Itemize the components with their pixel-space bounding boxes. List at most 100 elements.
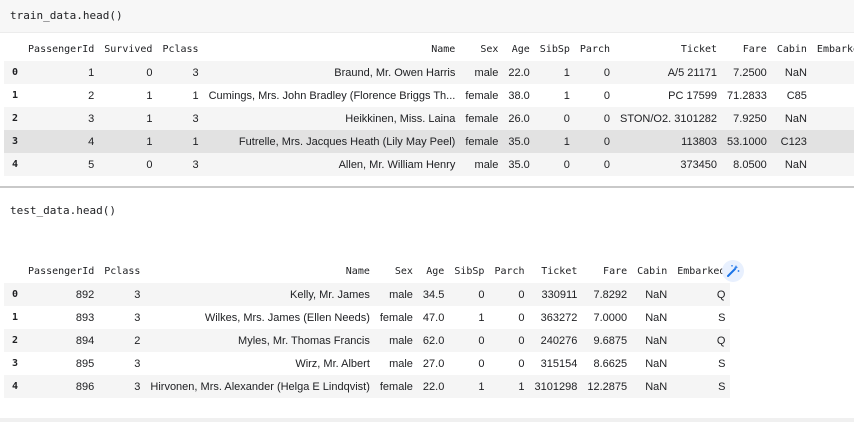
table-cell: 9.6875 xyxy=(593,334,628,347)
table-cell: 0 xyxy=(146,158,153,171)
row-index: 2 xyxy=(12,113,19,124)
table-cell: Q xyxy=(716,288,726,301)
code-line: train_data.head() xyxy=(10,9,123,22)
table-cell: 22.0 xyxy=(422,380,445,393)
table-cell: NaN xyxy=(645,357,668,370)
table-cell: Braund, Mr. Owen Harris xyxy=(334,66,456,79)
table-cell: 47.0 xyxy=(422,311,445,324)
dataframe-output-train: PassengerId Survived Pclass Name Sex Age SibSp… xyxy=(4,37,854,176)
table-cell: 240276 xyxy=(540,334,578,347)
column-header: Ticket xyxy=(541,265,578,277)
table-cell: 1 xyxy=(88,66,95,79)
table-cell: S xyxy=(812,153,854,176)
table-cell: 0 xyxy=(478,357,485,370)
table-cell: 22.0 xyxy=(508,66,530,79)
column-header: Fare xyxy=(603,265,628,277)
cell-separator xyxy=(0,186,854,188)
table-cell: 1 xyxy=(146,112,153,125)
table-cell: C85 xyxy=(786,89,807,102)
column-header: Name xyxy=(345,265,370,277)
table-cell: 12.2875 xyxy=(587,380,628,393)
row-index: 1 xyxy=(12,90,19,101)
table-cell: C123 xyxy=(780,135,807,148)
table-cell: 4 xyxy=(88,135,95,148)
row-index: 4 xyxy=(12,159,19,170)
table-cell: NaN xyxy=(784,112,807,125)
column-header: Name xyxy=(431,43,456,55)
table-cell: Wilkes, Mrs. James (Ellen Needs) xyxy=(204,311,370,324)
column-header: Age xyxy=(426,265,445,277)
code-editor[interactable]: test_data.head() xyxy=(0,200,854,230)
table-cell: male xyxy=(474,66,499,79)
table-cell: 35.0 xyxy=(508,135,530,148)
table-cell: 896 xyxy=(75,380,95,393)
table-cell: male xyxy=(389,357,413,370)
column-header: Pclass xyxy=(104,265,141,277)
table-cell: Cumings, Mrs. John Bradley (Florence Bri… xyxy=(208,89,456,102)
table-cell: S xyxy=(718,357,726,370)
column-header: Sex xyxy=(480,43,499,55)
table-cell: 0 xyxy=(478,288,485,301)
table-cell: C xyxy=(812,84,854,107)
table-cell: 2 xyxy=(134,334,141,347)
table-cell: 3 xyxy=(134,311,141,324)
row-index: 4 xyxy=(12,381,19,392)
table-cell: 0 xyxy=(563,112,570,125)
table-cell: NaN xyxy=(645,311,668,324)
column-header: SibSp xyxy=(454,265,485,277)
table-cell: 3 xyxy=(192,158,199,171)
table-cell: 7.8292 xyxy=(593,288,628,301)
table-cell: Q xyxy=(716,334,726,347)
column-header: Cabin xyxy=(637,265,668,277)
table-cell: S xyxy=(812,130,854,153)
table-cell: male xyxy=(389,334,413,347)
table-cell: 1 xyxy=(192,89,199,102)
table-cell: 3 xyxy=(192,66,199,79)
column-header: Sex xyxy=(394,265,413,277)
table-cell: 0 xyxy=(146,66,153,79)
table-cell: male xyxy=(474,158,499,171)
table-cell: female xyxy=(379,380,413,393)
table-cell: 894 xyxy=(75,334,95,347)
row-index: 0 xyxy=(12,67,19,78)
table-cell: 3 xyxy=(134,380,141,393)
table-cell: 1 xyxy=(146,135,153,148)
table-cell: 8.6625 xyxy=(593,357,628,370)
table-cell: 893 xyxy=(75,311,95,324)
row-index: 3 xyxy=(12,358,19,369)
table-cell: NaN xyxy=(645,288,668,301)
table-cell: 895 xyxy=(75,357,95,370)
table-cell: 0 xyxy=(603,135,611,148)
table-cell: S xyxy=(718,311,726,324)
table-cell: 3 xyxy=(134,357,141,370)
table-cell: 3101298 xyxy=(534,380,578,393)
table-row: 4 896 3 Hirvonen, Mrs. Alexander (Helga E L… xyxy=(4,375,731,398)
page-bottom-bar xyxy=(0,418,854,422)
column-header: SibSp xyxy=(539,43,570,55)
table-cell: 35.0 xyxy=(508,158,530,171)
table-cell: 7.9250 xyxy=(733,112,767,125)
table-cell: S xyxy=(812,107,854,130)
table-cell: 113803 xyxy=(681,135,718,148)
table-cell: female xyxy=(465,112,499,125)
column-header: Embarked xyxy=(816,43,854,55)
column-header: Survived xyxy=(104,43,153,55)
table-cell: Kelly, Mr. James xyxy=(290,288,370,301)
table-cell: 2 xyxy=(88,89,95,102)
column-header: Fare xyxy=(742,43,767,55)
table-cell: 892 xyxy=(75,288,95,301)
table-cell: Futrelle, Mrs. Jacques Heath (Lily May P… xyxy=(238,135,456,148)
table-cell: 1 xyxy=(146,89,153,102)
row-index: 1 xyxy=(12,312,19,323)
table-cell: 1 xyxy=(478,311,485,324)
code-editor[interactable]: train_data.head() xyxy=(0,0,854,33)
table-row: 2 894 2 Myles, Mr. Thomas Francis male 62.0 0 0… xyxy=(4,329,731,352)
column-header: Ticket xyxy=(680,43,718,55)
column-header: Parch xyxy=(494,265,525,277)
table-cell: 0 xyxy=(563,158,570,171)
table-cell: 373450 xyxy=(680,158,718,171)
magic-wand-icon[interactable] xyxy=(722,260,744,282)
table-cell: male xyxy=(389,288,413,301)
table-cell: 0 xyxy=(603,89,611,102)
table-row: 0 892 3 Kelly, Mr. James male 34.5 0 0 330911 7.8… xyxy=(4,283,731,306)
